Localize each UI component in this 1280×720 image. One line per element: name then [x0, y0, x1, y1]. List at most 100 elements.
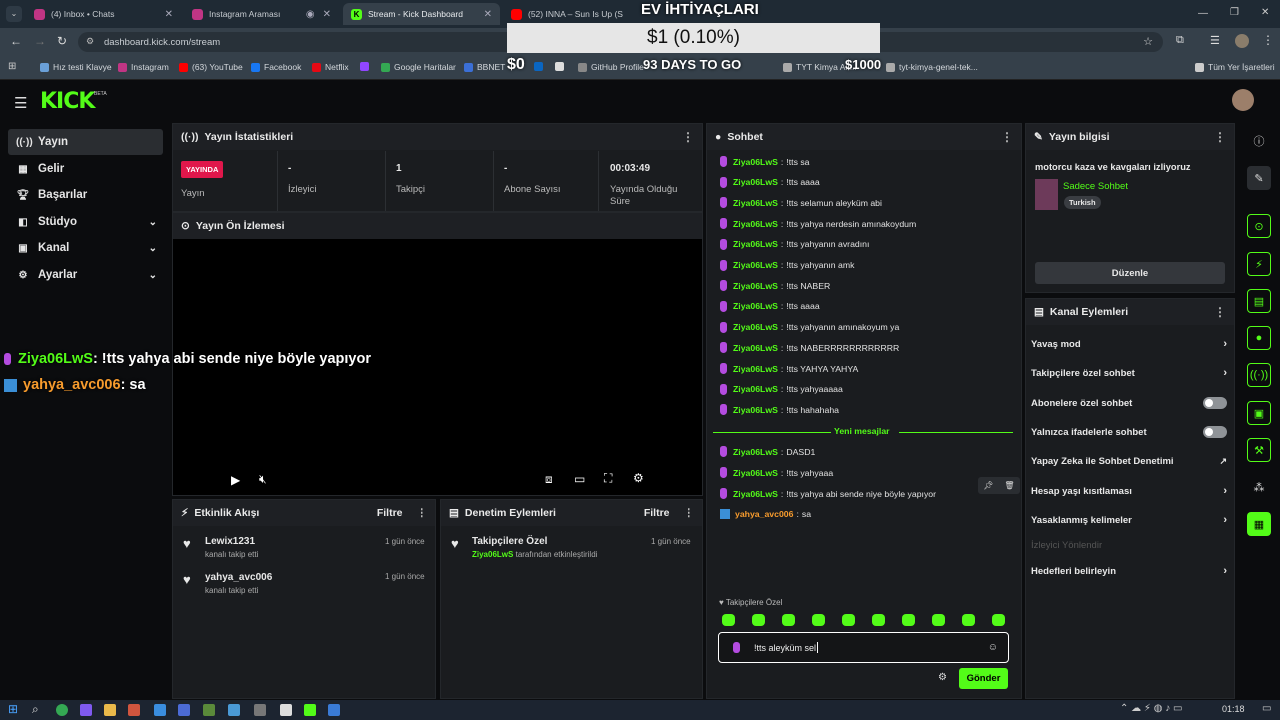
bookmark-item[interactable]: (63) YouTube — [179, 62, 243, 72]
close-icon[interactable]: ✕ — [165, 9, 173, 20]
bookmark-item[interactable]: GitHub Profile — [578, 62, 644, 72]
emote-only-toggle[interactable] — [1203, 426, 1227, 438]
kick-app-icon[interactable] — [304, 704, 316, 716]
sidebar-item-gelir[interactable]: ▦ Gelir — [8, 156, 163, 182]
chat-message[interactable]: Ziya06LwS: DASD1 — [720, 446, 815, 457]
action-account-age[interactable]: Hesap yaşı kısıtlaması › — [1031, 485, 1227, 497]
chat-message[interactable]: Ziya06LwS: !tts aaaa — [720, 300, 820, 312]
app-icon[interactable] — [203, 704, 215, 716]
chat-message[interactable]: Ziya06LwS: !tts yahyanın amk — [720, 259, 854, 271]
app-icon[interactable] — [128, 704, 140, 716]
emote-icon[interactable] — [932, 614, 945, 626]
minimize-icon[interactable]: — — [1198, 8, 1208, 19]
send-button[interactable]: Gönder — [959, 668, 1008, 689]
chat-message[interactable]: Ziya06LwS: !tts aaaa — [720, 176, 820, 188]
chat-message[interactable]: yahya_avc006: sa — [720, 509, 811, 519]
action-set-goals[interactable]: Hedefleri belirleyin › — [1031, 565, 1227, 577]
apps-grid-icon[interactable]: ⊞ — [8, 61, 16, 72]
chat-settings-icon[interactable]: ⚙ — [938, 672, 947, 683]
bookmark-star-icon[interactable]: ☆ — [1143, 35, 1153, 48]
emote-icon[interactable] — [782, 614, 795, 626]
more-icon[interactable]: ⋮ — [417, 507, 428, 519]
notification-icon[interactable]: ▭ — [1262, 703, 1271, 714]
close-icon[interactable]: ✕ — [484, 9, 492, 20]
app-icon[interactable] — [254, 704, 266, 716]
steam-icon[interactable] — [328, 704, 340, 716]
chat-message[interactable]: Ziya06LwS: !tts yahya abi sende niye böyl… — [720, 488, 936, 499]
sidebar-item-kanal[interactable]: ▣ Kanal ⌄ — [8, 235, 163, 261]
sidebar-item-basarilar[interactable]: 🏆︎ Başarılar — [8, 182, 163, 208]
emote-icon[interactable] — [902, 614, 915, 626]
emote-icon[interactable] — [992, 614, 1005, 626]
action-ai-moderation[interactable]: Yapay Zeka ile Sohbet Denetimi ↗ — [1031, 456, 1227, 467]
tools-icon[interactable]: ⚒︎ — [1247, 438, 1271, 462]
bookmark-item[interactable] — [360, 62, 373, 71]
tray-icons[interactable]: ⌃ ☁ ⚡︎ ◍ ♪ ▭ — [1120, 703, 1182, 714]
chat-message[interactable]: Ziya06LwS: !tts yahyanın avradını — [720, 238, 869, 250]
pip-icon[interactable]: ⧈ — [545, 472, 553, 487]
more-icon[interactable]: ⋮ — [1214, 130, 1226, 144]
more-icon[interactable]: ⋮ — [684, 507, 695, 519]
chat-toggle-icon[interactable]: ● — [1247, 326, 1271, 350]
folder-icon[interactable] — [104, 704, 116, 716]
site-info-icon[interactable]: ⚙ — [86, 36, 94, 47]
tab-instagram-search[interactable]: Instagram Araması ◉ ✕ — [184, 3, 339, 25]
action-emote-only[interactable]: Yalnızca ifadelerle sohbet — [1031, 426, 1227, 438]
settings-icon[interactable]: ⚙ — [633, 471, 644, 485]
chat-message[interactable]: Ziya06LwS: !tts NABER — [720, 280, 830, 292]
close-icon[interactable]: ✕ — [323, 9, 331, 20]
app-icon[interactable] — [280, 704, 292, 716]
emote-icon[interactable] — [872, 614, 885, 626]
app-icon[interactable] — [178, 704, 190, 716]
reload-icon[interactable]: ↻ — [57, 34, 67, 48]
sidebar-item-ayarlar[interactable]: ⚙ Ayarlar ⌄ — [8, 262, 163, 288]
extensions-icon[interactable]: ⧉ — [1176, 34, 1184, 47]
bookmark-item[interactable]: Facebook — [251, 62, 301, 72]
start-icon[interactable]: ⊞ — [8, 702, 18, 716]
more-icon[interactable]: ⋮ — [682, 130, 694, 144]
filter-button[interactable]: Filtre — [377, 507, 403, 519]
sidebar-item-studyo[interactable]: ◧ Stüdyo ⌄ — [8, 209, 163, 235]
bookmark-item[interactable]: BBNET — [464, 62, 505, 72]
edit-icon[interactable]: ✎ — [1247, 166, 1271, 190]
emote-icon[interactable] — [752, 614, 765, 626]
user-avatar[interactable] — [1232, 89, 1254, 111]
bookmark-item[interactable] — [534, 62, 547, 71]
more-icon[interactable]: ⋮ — [1001, 130, 1013, 144]
subscribers-only-toggle[interactable] — [1203, 397, 1227, 409]
hamburger-menu-icon[interactable]: ☰ — [14, 94, 27, 112]
chat-message[interactable]: Ziya06LwS: !tts yahyanın amınakoyum ya — [720, 321, 899, 333]
browser-menu-icon[interactable]: ⋮ — [1262, 33, 1274, 47]
tab-search-icon[interactable]: ⌄ — [6, 6, 22, 22]
tab-kick-dashboard[interactable]: K Stream - Kick Dashboard ✕ — [343, 3, 500, 25]
emote-icon[interactable] — [842, 614, 855, 626]
chat-message[interactable]: Ziya06LwS: !tts yahyaaa — [720, 467, 833, 478]
bolt-icon[interactable]: ⚡︎ — [1247, 252, 1271, 276]
action-followers-only[interactable]: Takipçilere özel sohbet › — [1031, 367, 1227, 379]
back-icon[interactable]: ← — [10, 34, 22, 48]
mute-icon[interactable]: 🔇︎ — [259, 472, 267, 487]
kick-logo[interactable]: KICK — [40, 89, 95, 114]
action-slow-mode[interactable]: Yavaş mod › — [1031, 338, 1227, 350]
document-icon[interactable]: ▤ — [1247, 289, 1271, 313]
theater-icon[interactable]: ▭ — [574, 472, 585, 486]
bookmark-item[interactable]: tyt-kimya-genel-tek... — [886, 62, 978, 72]
broadcast-toggle-icon[interactable]: ((·)) — [1247, 363, 1271, 387]
app-icon[interactable] — [228, 704, 240, 716]
fullscreen-icon[interactable]: ⛶ — [604, 471, 612, 486]
chat-message[interactable]: Ziya06LwS: !tts hahahaha — [720, 404, 839, 416]
filter-button[interactable]: Filtre — [644, 507, 670, 519]
edit-button[interactable]: Düzenle — [1035, 262, 1225, 284]
chat-message[interactable]: Ziya06LwS: !tts yahyaaaaa — [720, 383, 843, 395]
action-banned-words[interactable]: Yasaklanmış kelimeler › — [1031, 514, 1227, 526]
language-tag[interactable]: Turkish — [1064, 196, 1101, 209]
app-icon[interactable] — [80, 704, 92, 716]
info-icon[interactable]: ⓘ — [1247, 129, 1271, 153]
bookmark-item[interactable] — [555, 62, 568, 71]
action-subscribers-only[interactable]: Abonelere özel sohbet — [1031, 397, 1227, 409]
chat-message[interactable]: Ziya06LwS: !tts sa — [720, 156, 810, 167]
tab-groups-icon[interactable]: ☰ — [1210, 34, 1220, 47]
all-bookmarks[interactable]: Tüm Yer İşaretleri — [1195, 62, 1275, 72]
restore-icon[interactable]: ❐ — [1230, 7, 1239, 18]
sidebar-item-yayin[interactable]: ((·)) Yayın — [8, 129, 163, 155]
